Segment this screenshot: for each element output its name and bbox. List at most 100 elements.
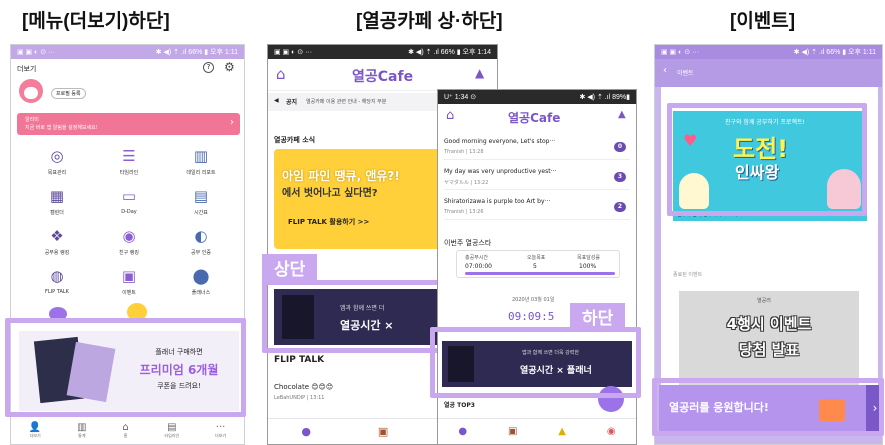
tag-bottom: 하단	[570, 303, 626, 330]
progress-bar	[465, 272, 615, 275]
event2-line-1: 4행시 이벤트	[726, 315, 812, 333]
notice-label: 공지	[286, 99, 298, 106]
event2-line-2: 당첨 발표	[738, 341, 800, 359]
comment-count-badge: 2	[614, 202, 626, 212]
nav-label: 더보기	[215, 433, 227, 438]
notice-banner[interactable]: 알리미 지금 바로 앱 알림을 설정해보세요! ›	[17, 113, 240, 135]
stat-value-3: 100%	[579, 263, 597, 270]
status-left: ▣ ▣ ◐ ⊙ ···	[274, 49, 313, 56]
app-header: ⌂ 열공Cafe ▲	[268, 59, 497, 91]
menu-item[interactable]: ❖ 공부용 랭킹	[31, 227, 83, 256]
back-icon[interactable]: ‹	[663, 65, 667, 76]
post-row[interactable]: My day was very unproductive yest··· ヤマダル…	[444, 166, 630, 190]
nav-bell-icon[interactable]: ▲	[558, 426, 566, 437]
star-title: 이번주 열공스타	[444, 239, 492, 247]
calendar-icon: ▦	[49, 187, 65, 205]
menu-item[interactable]: ◎ 목표관리	[31, 147, 83, 176]
tag-top: 상단	[262, 254, 318, 281]
status-right: ✱ ◀) ⇡ .ıl 89%▮	[579, 94, 630, 101]
profile-button[interactable]: 프로필 등록	[51, 88, 86, 99]
post-title[interactable]: Chocolate 😊😊😊	[274, 383, 333, 391]
nav-item-home[interactable]: ⌂ 홈	[122, 422, 128, 439]
menu-item[interactable]: ◉ 친구 랭킹	[103, 227, 155, 256]
avatar[interactable]	[19, 79, 43, 103]
menu-item[interactable]: ◍ FLIP TALK	[31, 267, 83, 295]
stat-value-1: 07:00:00	[465, 263, 492, 270]
schedule-icon: ▤	[193, 187, 209, 205]
cafe-logo: 열공Cafe	[508, 111, 561, 125]
stat-label-2: 오늘목표	[527, 255, 546, 261]
menu-item-label: 캘린더	[50, 210, 64, 216]
timeline-icon: ☰	[122, 147, 136, 165]
highlight-cafe-bottom	[430, 327, 641, 398]
stat-value-2: 5	[533, 263, 537, 270]
menu-item-label: 시간표	[194, 210, 208, 216]
gift-icon: ▣	[121, 267, 137, 285]
pin-icon: ⬤	[192, 267, 210, 285]
post-title: My day was very unproductive yest···	[444, 168, 557, 175]
stat-label-3: 목표달성률	[577, 255, 601, 261]
nav-book-icon[interactable]: ▣	[508, 426, 517, 437]
post-meta: LeBahUNDIP | 13:11	[274, 395, 325, 401]
nav-label: 통계	[78, 433, 86, 438]
bell-icon[interactable]: ▲	[618, 109, 626, 120]
ranking-icon: ❖	[50, 227, 64, 245]
nav-label: 타임라인	[164, 433, 180, 438]
menu-item-label: 플래너스	[191, 290, 211, 296]
menu-item[interactable]: ⬤ 플래너스	[175, 267, 227, 296]
post-meta: ヤマダルル | 13:22	[444, 180, 489, 186]
menu-item[interactable]: ▣ 이벤트	[103, 267, 155, 296]
nav-item-more-2[interactable]: ··· 더보기	[215, 422, 226, 439]
hero-card[interactable]: 아임 파인 땡큐, 앤유?! 에서 벗어나고 싶다면? FLIP TALK 활용…	[274, 149, 444, 249]
menu-item[interactable]: ▥ 데일리 리포트	[175, 147, 227, 176]
gear-icon[interactable]: ⚙	[224, 60, 235, 74]
app-header: ⌂ 열공Cafe ▲	[438, 104, 636, 130]
target-icon: ◎	[50, 147, 64, 165]
menu-item-label: FLIP TALK	[45, 289, 69, 295]
highlight-event-bottom	[652, 378, 884, 436]
nav-item-more-1[interactable]: 👤 더보기	[29, 422, 41, 439]
highlight-menu-banner	[5, 318, 246, 417]
hero-line-1: 아임 파인 땡큐, 앤유?!	[282, 169, 400, 183]
help-icon[interactable]: ?	[203, 62, 214, 73]
menu-item[interactable]: ▦ 캘린더	[31, 187, 83, 216]
comment-count-badge: 3	[614, 172, 626, 182]
status-bar: ▣ ▣ ◐ ⊙ ··· ✱ ◀) ⇡ .ıl 66% ▮ 오후 1:14	[268, 45, 497, 59]
home-icon[interactable]: ⌂	[276, 65, 286, 83]
dday-icon: ▭	[121, 187, 137, 205]
menu-item-label: 목표관리	[47, 170, 67, 176]
menu-item-label: 타임라인	[119, 170, 139, 176]
status-left: ▣ ▣ ◐ ⊙ ···	[661, 49, 700, 56]
hero-link[interactable]: FLIP TALK 활용하기 >>	[288, 217, 369, 227]
nav-profile-icon[interactable]: ◉	[607, 426, 616, 437]
nav-item-stats[interactable]: ▥ 통계	[77, 422, 86, 439]
menu-item-label: 공부 인증	[191, 250, 211, 256]
bell-icon[interactable]: ▲	[475, 66, 484, 80]
post-row[interactable]: Shiratorizawa is purple too Art by··· Tfr…	[444, 196, 630, 220]
menu-item[interactable]: ▭ D-Day	[103, 187, 155, 215]
menu-item[interactable]: ▤ 시간표	[175, 187, 227, 216]
title-menu: [메뉴(더보기)하단]	[22, 11, 170, 32]
notice-title: 알리미	[25, 117, 39, 123]
nav-pot-icon[interactable]: ●	[301, 425, 311, 438]
menu-item[interactable]: ☰ 타임라인	[103, 147, 155, 176]
title-event: [이벤트]	[730, 11, 796, 32]
post-meta: Tfranish | 13:28	[444, 149, 484, 155]
highlight-event-top	[667, 103, 867, 216]
bottom-nav: ● ▣ ▲ ◉	[438, 418, 636, 444]
nav-book-icon[interactable]: ▣	[378, 425, 388, 438]
home-icon[interactable]: ⌂	[446, 108, 454, 123]
notice-text: 열공카페 이용 관련 안내 - 해당지 부분	[306, 99, 387, 105]
post-row[interactable]: Good morning everyone, Let's stop··· Tfra…	[444, 136, 630, 160]
nav-pot-icon[interactable]: ●	[458, 426, 467, 437]
comment-count-badge: 0	[614, 142, 626, 152]
star-card[interactable]: 총공부시간 오늘목표 목표달성률 07:00:00 5 100%	[456, 250, 620, 278]
title-cafe: [열공카페 상·하단]	[356, 11, 503, 32]
chat-icon: ◍	[50, 267, 64, 285]
nav-item-timeline[interactable]: ▤ 타임라인	[165, 422, 180, 439]
post-title: Good morning everyone, Let's stop···	[444, 138, 556, 145]
menu-item[interactable]: ◐ 공부 인증	[175, 227, 227, 256]
date-label: 2020년 03월 01일	[512, 297, 555, 303]
stat-label-1: 총공부시간	[465, 255, 489, 261]
menu-item-label: 이벤트	[122, 290, 136, 296]
